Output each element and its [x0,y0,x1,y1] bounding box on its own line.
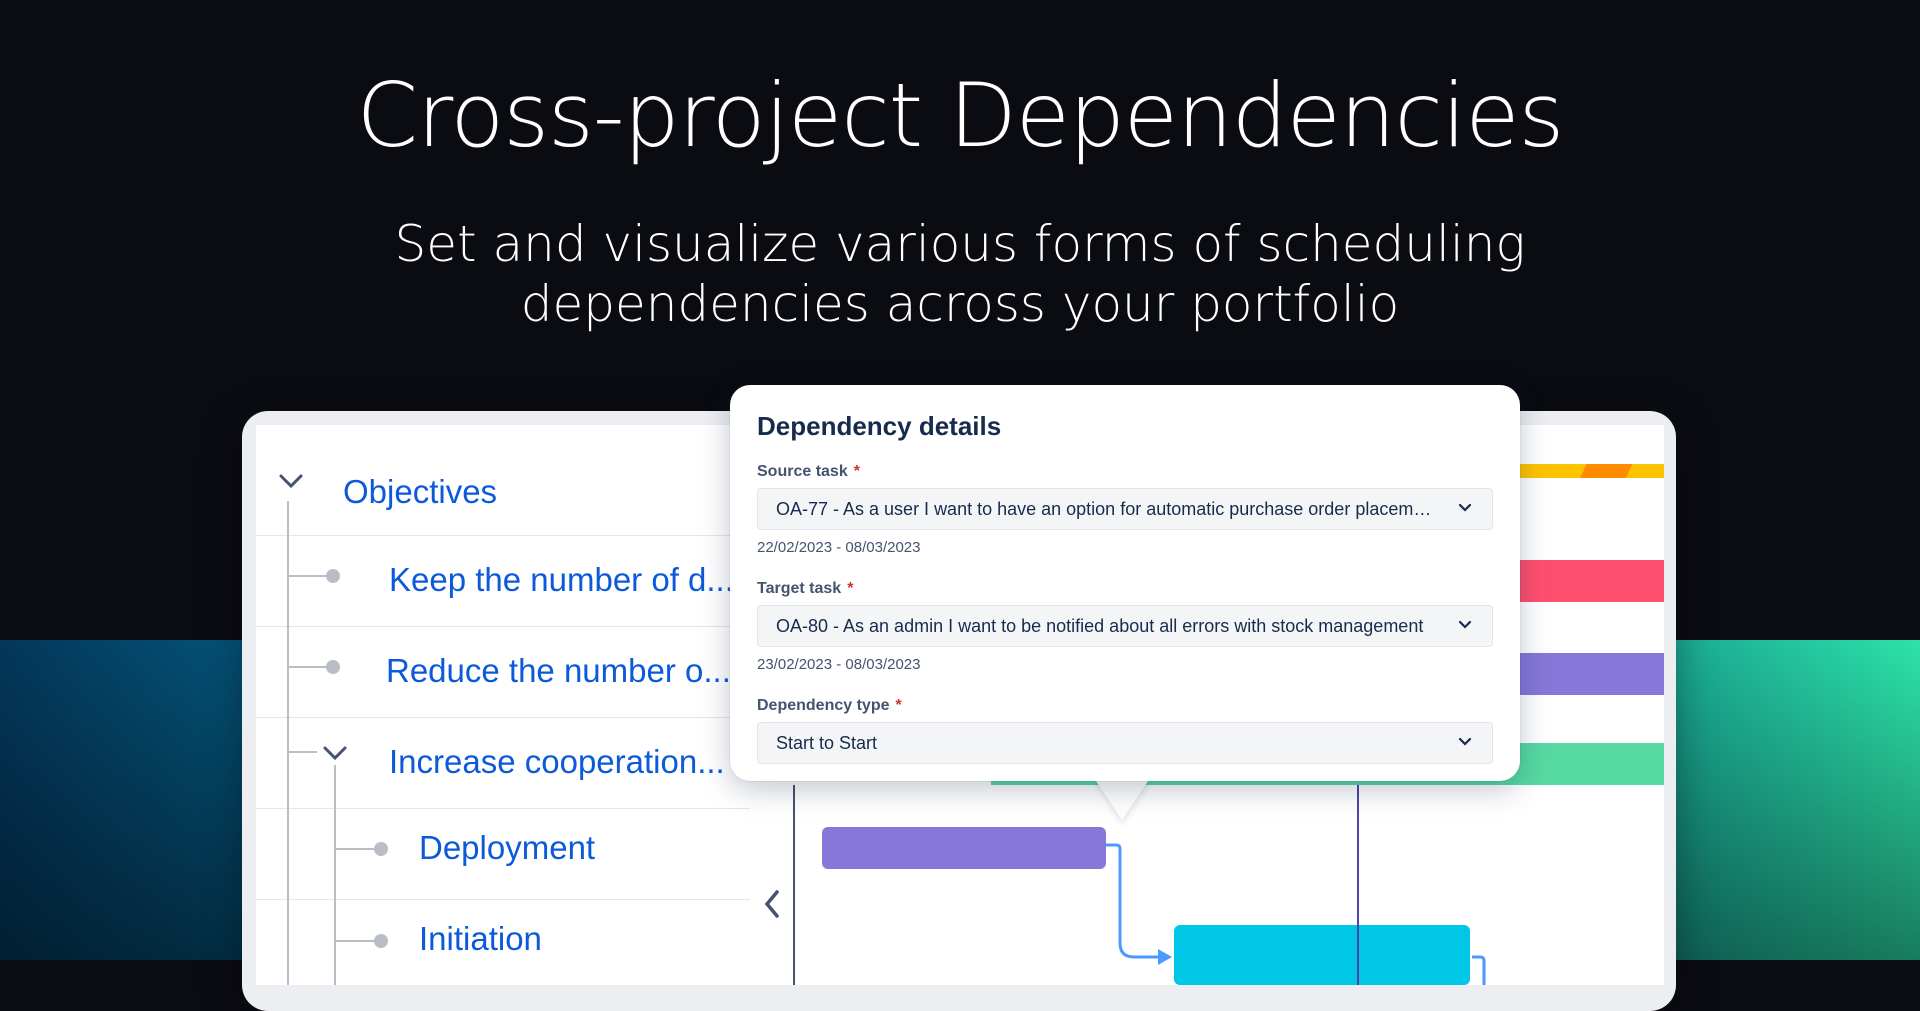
required-marker: * [847,580,854,597]
dependency-type-select[interactable]: Start to Start [757,722,1493,764]
chevron-down-icon[interactable] [1458,620,1472,630]
chevron-down-icon[interactable] [1458,737,1472,747]
popover-title: Dependency details [757,411,1002,441]
gantt-bar-source-task[interactable] [822,827,1106,869]
tree-item-label[interactable]: Objectives [343,473,497,511]
hero-title: Cross-project Dependencies [356,64,1565,167]
tree-node-dot [326,569,340,583]
dependency-type-label: Dependency type * [757,697,902,715]
tree-item-label[interactable]: Initiation [419,920,542,958]
target-task-dates: 23/02/2023 - 08/03/2023 [757,656,921,673]
source-task-dates: 22/02/2023 - 08/03/2023 [757,539,921,556]
gantt-bar[interactable] [1518,560,1664,602]
chevron-left-icon[interactable] [760,887,784,921]
tree-item-label[interactable]: Increase cooperation... [389,743,725,781]
hero-subtitle-line-2: dependencies across your portfolio [520,275,1400,333]
required-marker: * [853,463,860,480]
target-task-value: OA-80 - As an admin I want to be notifie… [776,616,1424,636]
tree-connector [334,765,336,985]
hero-subtitle-line-1: Set and visualize various forms of sched… [394,215,1526,273]
source-task-label: Source task * [757,463,860,481]
tree-node-dot [326,660,340,674]
chevron-down-icon[interactable] [278,472,304,490]
tree-row[interactable]: Increase cooperation... [256,718,750,809]
dependency-type-value: Start to Start [776,733,878,753]
source-task-select[interactable]: OA-77 - As a user I want to have an opti… [757,488,1493,530]
tree-item-label[interactable]: Deployment [419,829,595,867]
source-task-label-text: Source task [757,463,848,480]
tree-row[interactable]: Deployment [256,809,750,900]
chevron-down-icon[interactable] [322,744,348,762]
tree-row[interactable]: Initiation [256,900,750,985]
hero-subtitle: Set and visualize various forms of sched… [0,214,1920,334]
tree-row-objectives[interactable]: Objectives [256,425,750,536]
popover-pointer [1094,778,1150,820]
tree-connector [287,501,289,985]
target-task-select[interactable]: OA-80 - As an admin I want to be notifie… [757,605,1493,647]
target-task-label-text: Target task [757,580,842,597]
tree-connector [287,751,317,753]
tree-item-label[interactable]: Keep the number of d... [389,561,734,599]
dependency-details-popover: Dependency details Source task * OA-77 - … [730,385,1520,781]
dependency-arrow [1106,843,1486,985]
source-task-value: OA-77 - As a user I want to have an opti… [776,499,1436,519]
chevron-down-icon[interactable] [1458,503,1472,513]
tree-node-dot [374,934,388,948]
required-marker: * [895,697,902,714]
dependency-type-label-text: Dependency type [757,697,890,714]
timeline-divider [793,785,795,985]
target-task-label: Target task * [757,580,853,598]
gantt-bar[interactable] [1518,653,1664,695]
tree-item-label[interactable]: Reduce the number o... [386,652,731,690]
gantt-bar[interactable] [1518,464,1664,478]
tree-node-dot [374,842,388,856]
